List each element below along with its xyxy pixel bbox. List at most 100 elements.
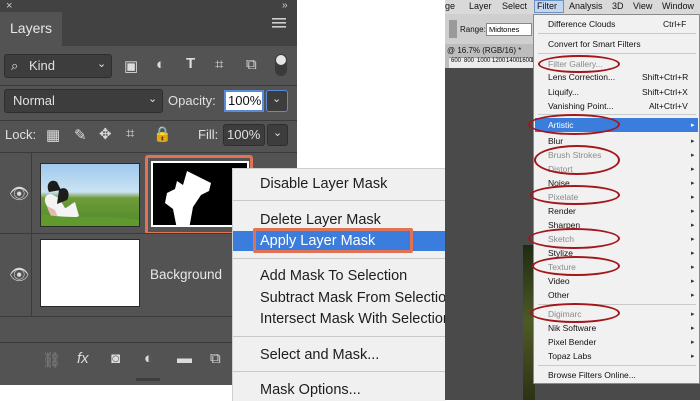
shape-filter-icon[interactable]: ⌗ <box>215 56 223 73</box>
new-layer-icon[interactable]: ⧉ <box>210 350 221 367</box>
chevron-down-icon: ⌄ <box>148 93 158 105</box>
smart-object-filter-icon[interactable]: ⧉ <box>246 56 257 73</box>
lock-image-pixels-icon[interactable]: ✎ <box>74 126 87 144</box>
menu-separator <box>538 365 696 366</box>
menu-analysis[interactable]: Analysis <box>569 1 603 11</box>
layer-mask-context-menu: Disable Layer Mask Delete Layer Mask App… <box>232 168 446 401</box>
ruler-tick: 1000 <box>477 58 491 64</box>
lock-artboard-icon[interactable]: ⌗ <box>126 125 134 142</box>
panel-menu-icon[interactable] <box>271 17 287 29</box>
close-panel-icon[interactable]: × <box>6 0 12 12</box>
range-value: Midtones <box>489 25 520 34</box>
filter-item-difference-clouds[interactable]: Difference Clouds <box>548 19 615 29</box>
filter-item-video[interactable]: Video <box>548 276 570 286</box>
annotation-oval <box>534 145 620 175</box>
add-mask-icon[interactable]: ◙ <box>111 350 120 367</box>
cow-image <box>41 180 139 226</box>
menu-filter[interactable]: Filter <box>537 1 557 11</box>
filter-toggle-knob <box>276 55 286 65</box>
filter-item-convert-smart-filters[interactable]: Convert for Smart Filters <box>548 39 641 49</box>
ruler: 600 800 1000 1200 1400 1600 1800 <box>449 57 544 68</box>
menu-separator <box>538 33 696 34</box>
menu-3d[interactable]: 3D <box>612 1 624 11</box>
divider <box>31 234 32 316</box>
submenu-arrow-icon: ▸ <box>691 250 695 257</box>
opacity-dropdown-button[interactable]: ⌄ <box>266 90 288 112</box>
annotation-oval <box>538 55 620 73</box>
opacity-input[interactable]: 100% <box>224 90 264 112</box>
resize-grip[interactable] <box>136 378 160 381</box>
menu-image[interactable]: ge <box>445 1 455 11</box>
apply-mask-highlight-outline <box>253 228 413 253</box>
opacity-value: 100% <box>228 93 262 108</box>
filter-item-liquify[interactable]: Liquify... <box>548 87 579 97</box>
submenu-arrow-icon: ▸ <box>691 152 695 159</box>
menu-window[interactable]: Window <box>662 1 694 11</box>
opacity-label: Opacity: <box>168 93 216 108</box>
submenu-arrow-icon: ▸ <box>691 236 695 243</box>
fill-input[interactable]: 100% <box>223 124 265 146</box>
menu-separator <box>233 371 446 372</box>
submenu-arrow-icon: ▸ <box>691 311 695 318</box>
filter-item-vanishing-point[interactable]: Vanishing Point... <box>548 101 614 111</box>
new-group-folder-icon[interactable]: ▬ <box>177 350 192 367</box>
document-tab-label[interactable]: @ 16.7% (RGB/16) * <box>447 46 521 55</box>
menu-view[interactable]: View <box>633 1 652 11</box>
eye-icon[interactable]: 👁 <box>9 265 29 285</box>
lock-all-icon[interactable]: 🔒 <box>153 125 172 143</box>
background-thumbnail[interactable] <box>40 239 140 307</box>
submenu-arrow-icon: ▸ <box>691 353 695 360</box>
ruler-tick: 1200 <box>492 58 506 64</box>
lock-label: Lock: <box>5 127 37 142</box>
annotation-oval <box>528 114 620 135</box>
type-filter-icon[interactable]: T <box>186 55 195 72</box>
menu-item-select-and-mask[interactable]: Select and Mask... <box>233 344 446 366</box>
blend-mode-select[interactable]: Normal ⌄ <box>4 89 163 113</box>
menu-separator <box>233 258 446 259</box>
layer-style-fx-icon[interactable]: fx <box>77 350 89 367</box>
image-filter-icon[interactable]: ▣ <box>124 57 138 75</box>
kind-filter-select[interactable]: ⌕ Kind ⌄ <box>4 54 112 78</box>
link-layers-icon[interactable]: ⛓ <box>42 351 61 369</box>
adjustment-filter-icon[interactable]: ◐ <box>156 56 165 73</box>
lock-position-icon[interactable]: ✥ <box>99 125 112 143</box>
range-label: Range: <box>460 25 486 34</box>
range-select[interactable]: Midtones <box>486 23 532 36</box>
ruler-tick: 1400 <box>506 58 520 64</box>
filter-item-pixel-bender[interactable]: Pixel Bender <box>548 337 596 347</box>
menu-select[interactable]: Select <box>502 1 527 11</box>
filter-item-other[interactable]: Other <box>548 290 569 300</box>
fill-label: Fill: <box>198 127 219 142</box>
menu-item-add-mask-to-selection[interactable]: Add Mask To Selection <box>233 265 446 287</box>
filter-item-render[interactable]: Render <box>548 206 576 216</box>
filter-item-browse-filters-online[interactable]: Browse Filters Online... <box>548 370 636 380</box>
layer-thumbnail-cow[interactable] <box>40 163 140 227</box>
submenu-arrow-icon: ▸ <box>691 194 695 201</box>
filter-item-topaz-labs[interactable]: Topaz Labs <box>548 351 591 361</box>
fill-value: 100% <box>227 127 261 142</box>
filter-item-nik-software[interactable]: Nik Software <box>548 323 596 333</box>
menu-item-subtract-mask-from-selection[interactable]: Subtract Mask From Selection <box>233 287 446 309</box>
filter-toggle[interactable] <box>275 54 287 76</box>
tab-layers[interactable]: Layers <box>0 12 62 46</box>
filter-item-blur[interactable]: Blur <box>548 136 563 146</box>
chevron-down-icon: ⌄ <box>273 127 283 139</box>
submenu-arrow-icon: ▸ <box>691 138 695 145</box>
new-adjustment-layer-icon[interactable]: ◐ <box>144 350 153 367</box>
collapse-panel-icon[interactable]: » <box>282 0 288 11</box>
annotation-oval <box>528 228 620 249</box>
lock-transparent-pixels-icon[interactable]: ▦ <box>46 126 60 144</box>
shortcut: Shift+Ctrl+R <box>642 72 689 82</box>
eye-icon[interactable]: 👁 <box>9 184 29 204</box>
menu-layer[interactable]: Layer <box>469 1 492 11</box>
kind-filter-label: Kind <box>29 58 56 73</box>
fill-dropdown-button[interactable]: ⌄ <box>267 124 288 146</box>
filter-item-lens-correction[interactable]: Lens Correction... <box>548 72 615 82</box>
submenu-arrow-icon: ▸ <box>691 122 695 129</box>
menu-item-disable-layer-mask[interactable]: Disable Layer Mask <box>233 173 446 195</box>
options-grip <box>449 20 457 38</box>
menu-item-intersect-mask-with-selection[interactable]: Intersect Mask With Selection <box>233 308 446 330</box>
shortcut: Alt+Ctrl+V <box>649 101 688 111</box>
menu-item-mask-options[interactable]: Mask Options... <box>233 379 446 401</box>
submenu-arrow-icon: ▸ <box>691 208 695 215</box>
